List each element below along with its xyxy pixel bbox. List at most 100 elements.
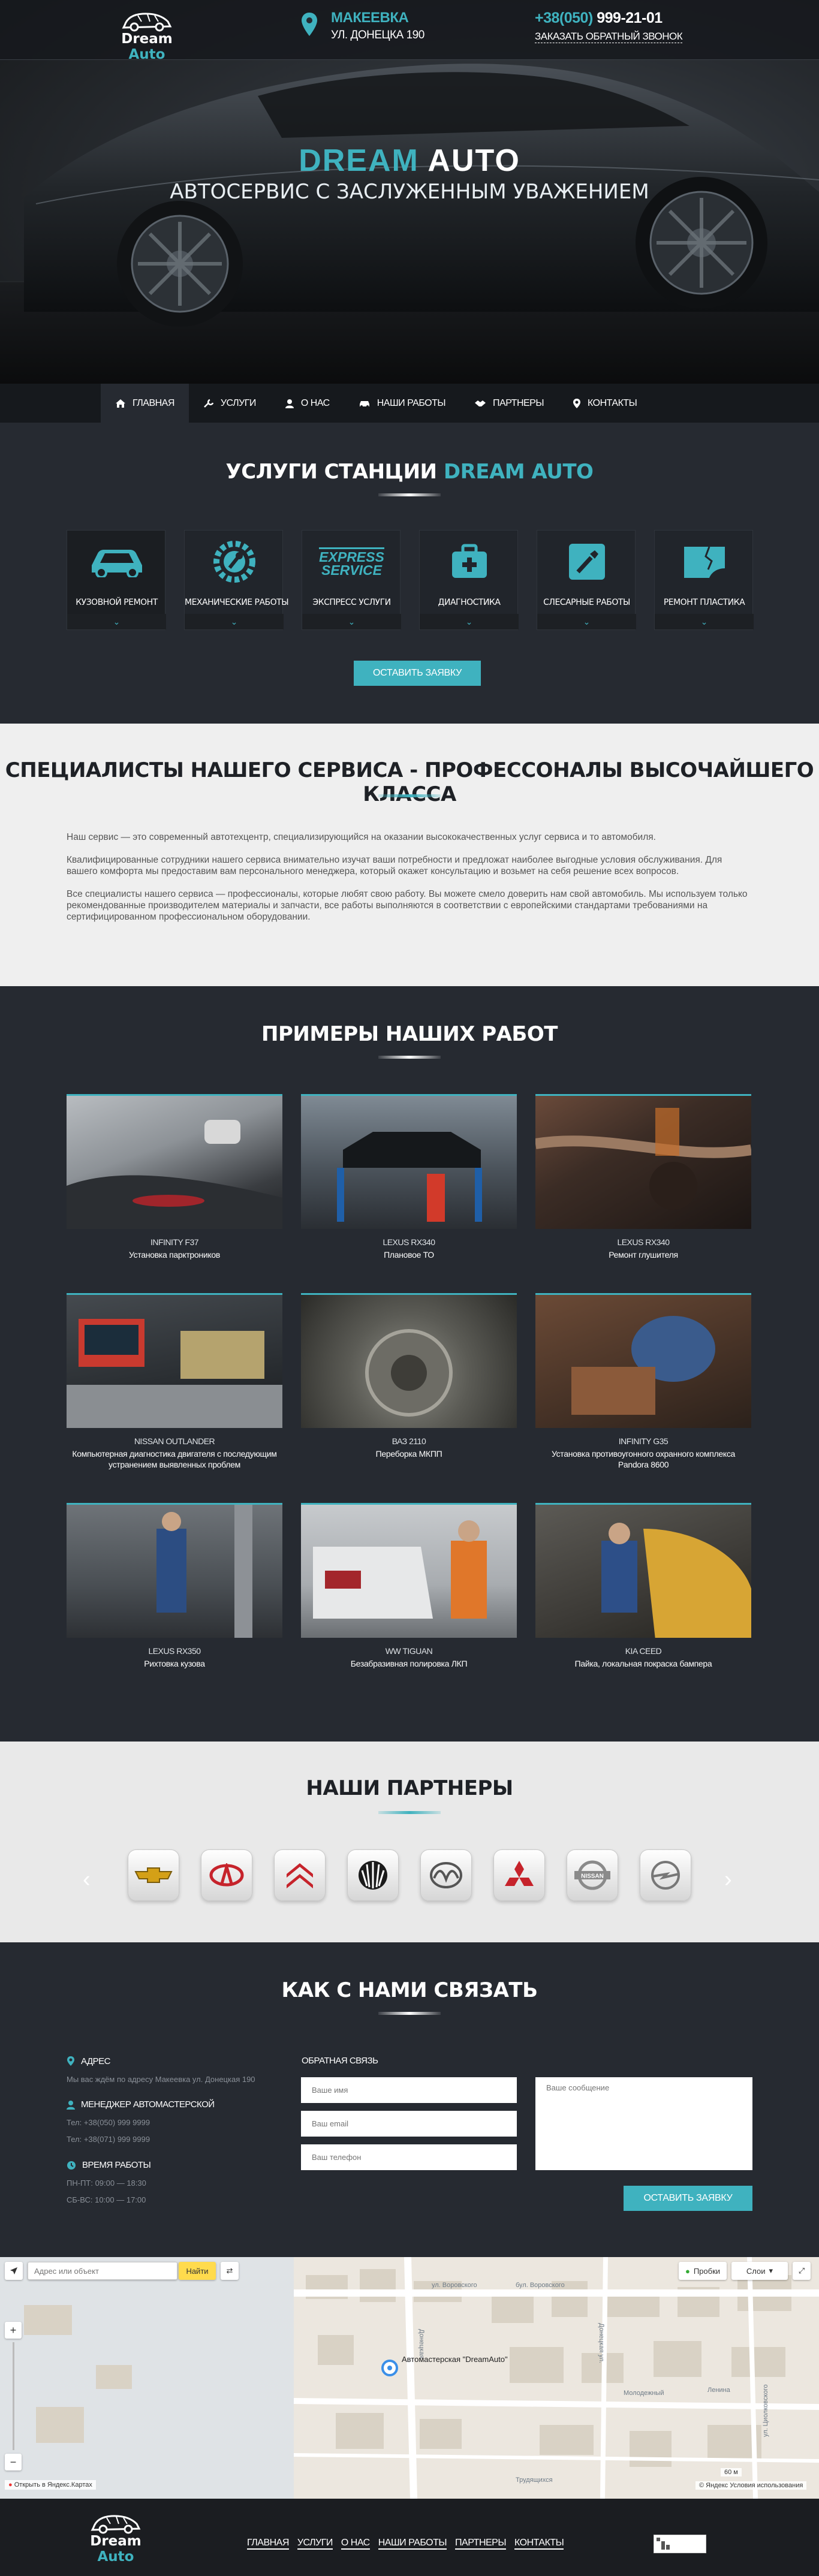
carousel-prev-arrow[interactable]: ‹: [83, 1867, 91, 1893]
work-model: INFINITY F37: [150, 1237, 199, 1247]
specialists-paragraph: Квалифицированные сотрудники нашего серв…: [67, 855, 722, 876]
partner-citroen[interactable]: [274, 1849, 326, 1901]
layers-label: Слои: [746, 2266, 766, 2276]
nav-item-works[interactable]: НАШИ РАБОТЫ: [344, 384, 460, 423]
logo-car-icon: [91, 2515, 141, 2534]
work-description: Компьютерная диагностика двигателя с пос…: [72, 1449, 277, 1469]
title-divider: [378, 2012, 441, 2015]
partner-mitsubishi[interactable]: [493, 1849, 545, 1901]
nissan-logo-text: NISSAN: [581, 1873, 604, 1880]
open-in-yandex-link[interactable]: ● Открыть в Яндекс.Картах: [5, 2480, 96, 2490]
site-logo[interactable]: Dream Auto: [102, 8, 192, 62]
submit-request-button[interactable]: ОСТАВИТЬ ЗАЯВКУ: [624, 2186, 752, 2211]
hours-text: ПН-ПТ: 09:00 — 18:30 СБ-ВС: 10:00 — 17:00: [67, 2175, 150, 2209]
contacts-title: КАК С НАМИ СВЯЗАТЬ: [281, 1978, 538, 2002]
partner-chevrolet[interactable]: [128, 1849, 179, 1901]
chery-logo-icon: [209, 1863, 244, 1887]
footer-link-home[interactable]: ГЛАВНАЯ: [247, 2538, 289, 2550]
footer-link-about[interactable]: О НАС: [341, 2538, 370, 2550]
service-label: СЛЕСАРНЫЕ РАБОТЫ: [543, 598, 630, 607]
chevron-down-icon: ▾: [769, 2266, 773, 2275]
mazda-logo-icon: [430, 1862, 462, 1888]
email-input[interactable]: [301, 2111, 517, 2137]
zoom-out-button[interactable]: −: [5, 2454, 22, 2470]
service-tile-express[interactable]: EXPRESS SERVICE ЭКСПРЕСС УСЛУГИ ⌄: [302, 530, 401, 630]
map-search-input[interactable]: [28, 2262, 177, 2280]
partner-daewoo[interactable]: [347, 1849, 399, 1901]
manager-heading: МЕНЕДЖЕР АВТОМАСТЕРСКОЙ: [81, 2099, 215, 2110]
footer-link-works[interactable]: НАШИ РАБОТЫ: [378, 2538, 447, 2550]
fullscreen-button[interactable]: ⤢: [793, 2262, 811, 2280]
contacts-section: КАК С НАМИ СВЯЗАТЬ АДРЕС Мы вас ждём по …: [0, 1942, 819, 2257]
service-tile-diagnostics[interactable]: ДИАГНОСТИКА ⌄: [419, 530, 519, 630]
works-title: ПРИМЕРЫ НАШИХ РАБОТ: [261, 1022, 558, 1046]
yandex-map[interactable]: ул. Воровского бул. Воровского Донецкая …: [0, 2257, 819, 2499]
hours-heading: ВРЕМЯ РАБОТЫ: [82, 2160, 151, 2170]
contact-address: АДРЕС Мы вас ждём по адресу Макеевка ул.…: [67, 2056, 255, 2088]
partner-nissan[interactable]: NISSAN: [567, 1849, 618, 1901]
service-label: КУЗОВНОЙ РЕМОНТ: [76, 598, 158, 607]
partner-opel[interactable]: [640, 1849, 691, 1901]
message-textarea[interactable]: [535, 2077, 752, 2170]
expand-icon: ⤢: [798, 2266, 805, 2275]
service-tile-locksmith[interactable]: СЛЕСАРНЫЕ РАБОТЫ ⌄: [537, 530, 636, 630]
phone-number[interactable]: +38(050) 999-21-01: [535, 10, 663, 27]
chevrolet-logo-icon: [134, 1867, 173, 1883]
car-icon: [359, 400, 369, 408]
gear-wrench-icon: [213, 541, 255, 583]
specialists-text: Наш сервис — это современный автотехцент…: [67, 831, 753, 934]
carousel-next-arrow[interactable]: ›: [724, 1867, 732, 1893]
phone-input[interactable]: [301, 2144, 517, 2170]
work-photo-art: [535, 1108, 751, 1210]
service-tile-mechanical[interactable]: МЕХАНИЧЕСКИЕ РАБОТЫ ⌄: [184, 530, 289, 630]
service-tile-plastic[interactable]: РЕМОНТ ПЛАСТИКА ⌄: [654, 530, 754, 630]
nav-item-contacts[interactable]: КОНТАКТЫ: [558, 384, 651, 423]
map-canvas[interactable]: ул. Воровского бул. Воровского Донецкая …: [0, 2257, 819, 2499]
nav-item-home[interactable]: ГЛАВНАЯ: [101, 384, 189, 423]
location-pin-icon: [67, 2056, 74, 2066]
traffic-button[interactable]: ● Пробки: [679, 2262, 727, 2280]
footer-link-contacts[interactable]: КОНТАКТЫ: [514, 2538, 564, 2550]
footer-logo[interactable]: Dream Auto: [71, 2511, 161, 2565]
phone-line[interactable]: Тел: +38(050) 999 9999: [67, 2114, 215, 2131]
work-photo: [301, 1094, 517, 1229]
map-copyright[interactable]: © Яндекс Условия использования: [695, 2481, 807, 2490]
service-tile-body[interactable]: КУЗОВНОЙ РЕМОНТ ⌄: [67, 530, 166, 630]
user-icon: [285, 399, 294, 408]
counter-widget[interactable]: [654, 2535, 706, 2553]
phone-line[interactable]: Тел: +38(071) 999 9999: [67, 2131, 215, 2148]
traffic-light-icon: ●: [685, 2266, 690, 2276]
footer-link-partners[interactable]: ПАРТНЕРЫ: [455, 2538, 507, 2550]
nav-item-about[interactable]: О НАС: [270, 384, 344, 423]
zoom-in-button[interactable]: +: [5, 2322, 22, 2339]
header-phone: +38(050) 999-21-01 ЗАКАЗАТЬ ОБРАТНЫЙ ЗВО…: [535, 10, 683, 43]
name-input[interactable]: [301, 2077, 517, 2103]
nav-item-partners[interactable]: ПАРТНЕРЫ: [460, 384, 558, 423]
map-street-label: бул. Воровского: [516, 2282, 565, 2289]
services-title: УСЛУГИ СТАНЦИИ DREAM AUTO: [225, 460, 594, 484]
geolocate-button[interactable]: [5, 2262, 23, 2280]
work-photo-art: [67, 1319, 282, 1428]
express-icon-text-1: EXPRESS: [319, 547, 384, 564]
work-model: LEXUS RX340: [383, 1237, 435, 1247]
work-photo-art: [365, 1329, 453, 1417]
nav-item-services[interactable]: УСЛУГИ: [189, 384, 270, 423]
chevron-down-icon: ⌄: [700, 616, 708, 626]
footer-nav: ГЛАВНАЯ УСЛУГИ О НАС НАШИ РАБОТЫ ПАРТНЕР…: [247, 2538, 564, 2550]
footer-link-services[interactable]: УСЛУГИ: [297, 2538, 333, 2550]
layers-button[interactable]: Слои ▾: [731, 2262, 788, 2280]
map-find-button[interactable]: Найти: [179, 2262, 216, 2280]
map-street-label: ул. Циолковского: [762, 2384, 769, 2437]
route-button[interactable]: ⇄: [221, 2262, 239, 2280]
chevron-down-icon: ⌄: [230, 616, 238, 626]
work-model: LEXUS RX340: [617, 1237, 670, 1247]
callback-link[interactable]: ЗАКАЗАТЬ ОБРАТНЫЙ ЗВОНОК: [535, 31, 683, 43]
zoom-slider[interactable]: [13, 2342, 14, 2450]
partner-chery[interactable]: [201, 1849, 252, 1901]
express-service-icon: EXPRESS SERVICE: [302, 541, 401, 583]
partners-section: НАШИ ПАРТНЕРЫ ‹ › NISSAN: [0, 1742, 819, 1942]
nissan-logo-icon: NISSAN: [574, 1860, 610, 1890]
request-button[interactable]: ОСТАВИТЬ ЗАЯВКУ: [354, 661, 481, 686]
counter-bar: [666, 2545, 670, 2550]
partner-mazda[interactable]: [420, 1849, 472, 1901]
